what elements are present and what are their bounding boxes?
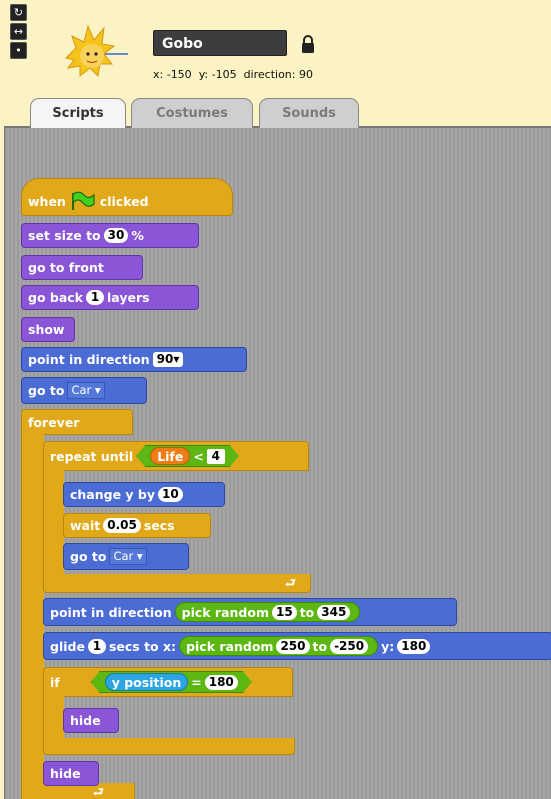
go-to-block[interactable]: go to Car ▾ (21, 377, 147, 404)
sprite-header: ↻ ↔ • Gobo x: -150 y: -105 direction: 90… (0, 0, 551, 128)
go-back-layers-block[interactable]: go back 1 layers (21, 285, 199, 310)
repeat-until-block[interactable]: repeat until Life < 4 (43, 441, 309, 471)
glide-y-input[interactable]: 180 (397, 638, 431, 654)
when-flag-clicked-block[interactable]: when clicked (21, 178, 233, 216)
sprite-name-field[interactable]: Gobo (153, 30, 287, 56)
repeat-until-arm (43, 470, 64, 576)
tab-scripts[interactable]: Scripts (30, 98, 126, 128)
direction-value: 90 (299, 68, 313, 81)
pick-random-operator[interactable]: pick random 15 to 345 (174, 602, 361, 622)
sprite-position-readout: x: -150 y: -105 direction: 90 (153, 68, 313, 81)
life-variable[interactable]: Life (150, 447, 190, 465)
if-block[interactable]: if y position = 180 (43, 667, 293, 697)
forever-block[interactable]: forever (21, 409, 133, 435)
go-to-front-block[interactable]: go to front (21, 255, 143, 280)
if-block-bottom (43, 738, 295, 755)
no-rotate-icon: • (15, 44, 22, 57)
change-y-block[interactable]: change y by 10 (63, 482, 225, 507)
direction-dropdown[interactable]: 90▾ (152, 352, 184, 367)
scripts-area[interactable]: when clicked set size to 30 % go to fron… (4, 126, 551, 799)
equals-operator[interactable]: y position = 180 (91, 671, 252, 693)
size-input[interactable]: 30 (103, 228, 129, 243)
hide-block-inner[interactable]: hide (63, 708, 119, 733)
point-in-direction-random-block[interactable]: point in direction pick random 15 to 345 (43, 598, 457, 626)
y-position-reporter[interactable]: y position (105, 673, 189, 691)
y-value: -105 (211, 68, 237, 81)
if-block-arm (43, 696, 64, 740)
sprite-thumbnail[interactable] (58, 18, 128, 88)
loop-arrow-icon: ⮐ (285, 576, 296, 590)
hide-block[interactable]: hide (43, 761, 99, 786)
chevron-down-icon: ▾ (173, 352, 180, 366)
no-rotate-button[interactable]: • (10, 42, 27, 59)
glide-random-to-input[interactable]: -250 (330, 638, 369, 654)
random-from-input[interactable]: 15 (272, 604, 297, 620)
random-to-input[interactable]: 345 (317, 604, 351, 620)
rotate-icon: ↻ (13, 6, 24, 19)
life-compare-input[interactable]: 4 (207, 449, 225, 464)
glide-secs-input[interactable]: 1 (87, 638, 106, 654)
show-block[interactable]: show (21, 317, 75, 342)
pick-random-operator-glide[interactable]: pick random 250 to -250 (179, 636, 379, 656)
go-to-target-dropdown[interactable]: Car ▾ (67, 382, 105, 399)
change-y-input[interactable]: 10 (158, 487, 183, 502)
layers-input[interactable]: 1 (86, 290, 104, 305)
less-than-operator[interactable]: Life < 4 (136, 445, 239, 467)
left-right-flip-button[interactable]: ↔ (10, 23, 27, 40)
go-to-target-dropdown-inner[interactable]: Car ▾ (109, 548, 147, 565)
repeat-until-bottom (43, 574, 311, 593)
chevron-down-icon: ▾ (136, 549, 143, 563)
glide-block[interactable]: glide 1 secs to x: pick random 250 to -2… (43, 632, 551, 660)
x-value: -150 (166, 68, 192, 81)
left-right-icon: ↔ (13, 25, 24, 38)
lock-icon[interactable] (301, 34, 315, 54)
wait-secs-block[interactable]: wait 0.05 secs (63, 513, 211, 538)
go-to-block-inner[interactable]: go to Car ▾ (63, 543, 189, 570)
tab-sounds[interactable]: Sounds (259, 98, 359, 128)
set-size-block[interactable]: set size to 30 % (21, 223, 199, 248)
wait-input[interactable]: 0.05 (103, 518, 141, 533)
if-compare-input[interactable]: 180 (205, 675, 238, 690)
glide-random-from-input[interactable]: 250 (276, 638, 310, 654)
point-in-direction-block[interactable]: point in direction 90▾ (21, 347, 247, 372)
rotate-all-around-button[interactable]: ↻ (10, 4, 27, 21)
chevron-down-icon: ▾ (94, 383, 101, 397)
green-flag-icon (71, 191, 95, 210)
tab-costumes[interactable]: Costumes (131, 98, 253, 128)
forever-block-arm (21, 434, 44, 784)
